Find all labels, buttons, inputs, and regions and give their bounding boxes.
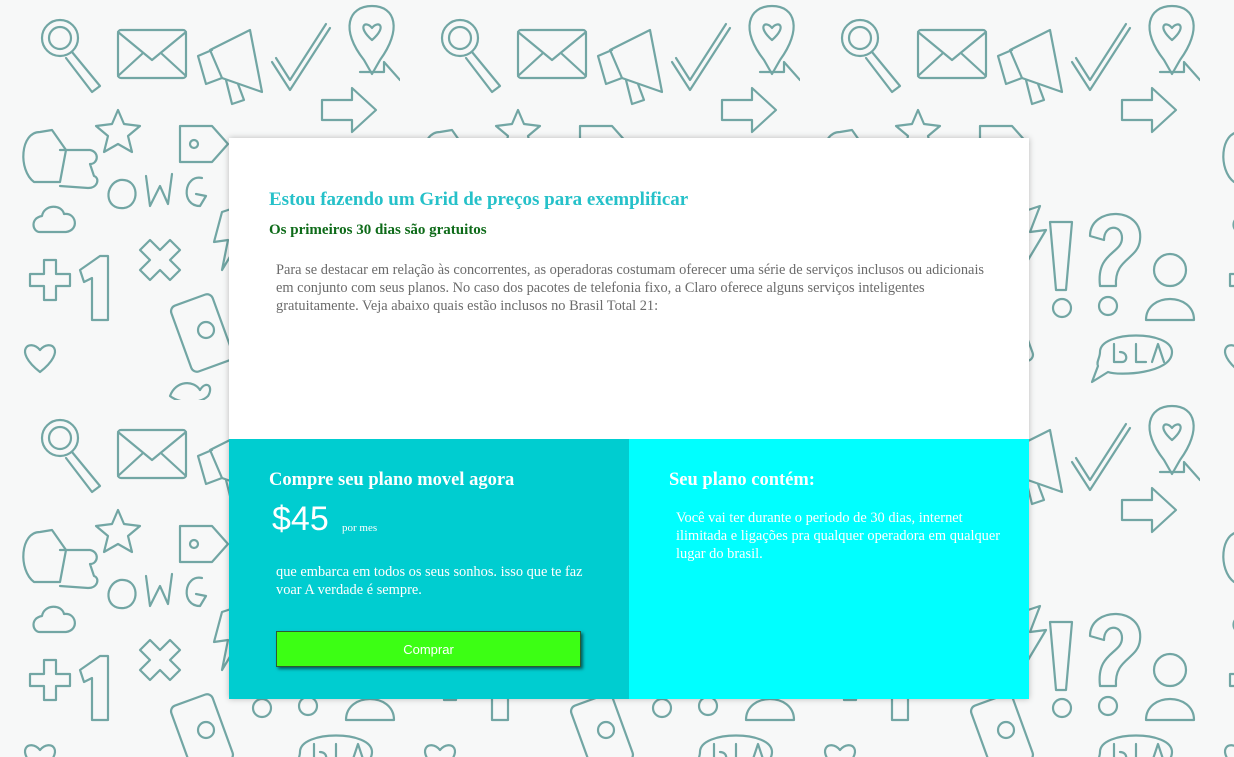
plan-period: por mes — [342, 522, 378, 534]
plan-contents-title: Seu plano contém: — [669, 470, 815, 490]
plan-panel: Compre seu plano movel agora $45 por mes… — [229, 439, 629, 699]
plan-contents-panel: Seu plano contém: Você vai ter durante o… — [629, 439, 1029, 699]
page-title: Estou fazendo um Grid de preços para exe… — [269, 189, 689, 210]
intro-section: Estou fazendo um Grid de preços para exe… — [229, 138, 1029, 439]
page-subtitle: Os primeiros 30 dias são gratuitos — [269, 222, 487, 238]
buy-button[interactable]: Comprar — [276, 631, 581, 667]
pricing-card: Estou fazendo um Grid de preços para exe… — [229, 138, 1029, 699]
plan-description: que embarca em todos os seus sonhos. iss… — [276, 564, 583, 598]
intro-paragraph: Para se destacar em relação às concorren… — [276, 262, 985, 314]
plan-title: Compre seu plano movel agora — [269, 470, 515, 490]
plan-price: $45 — [272, 500, 329, 538]
plan-contents-description: Você vai ter durante o periodo de 30 dia… — [676, 510, 1001, 562]
